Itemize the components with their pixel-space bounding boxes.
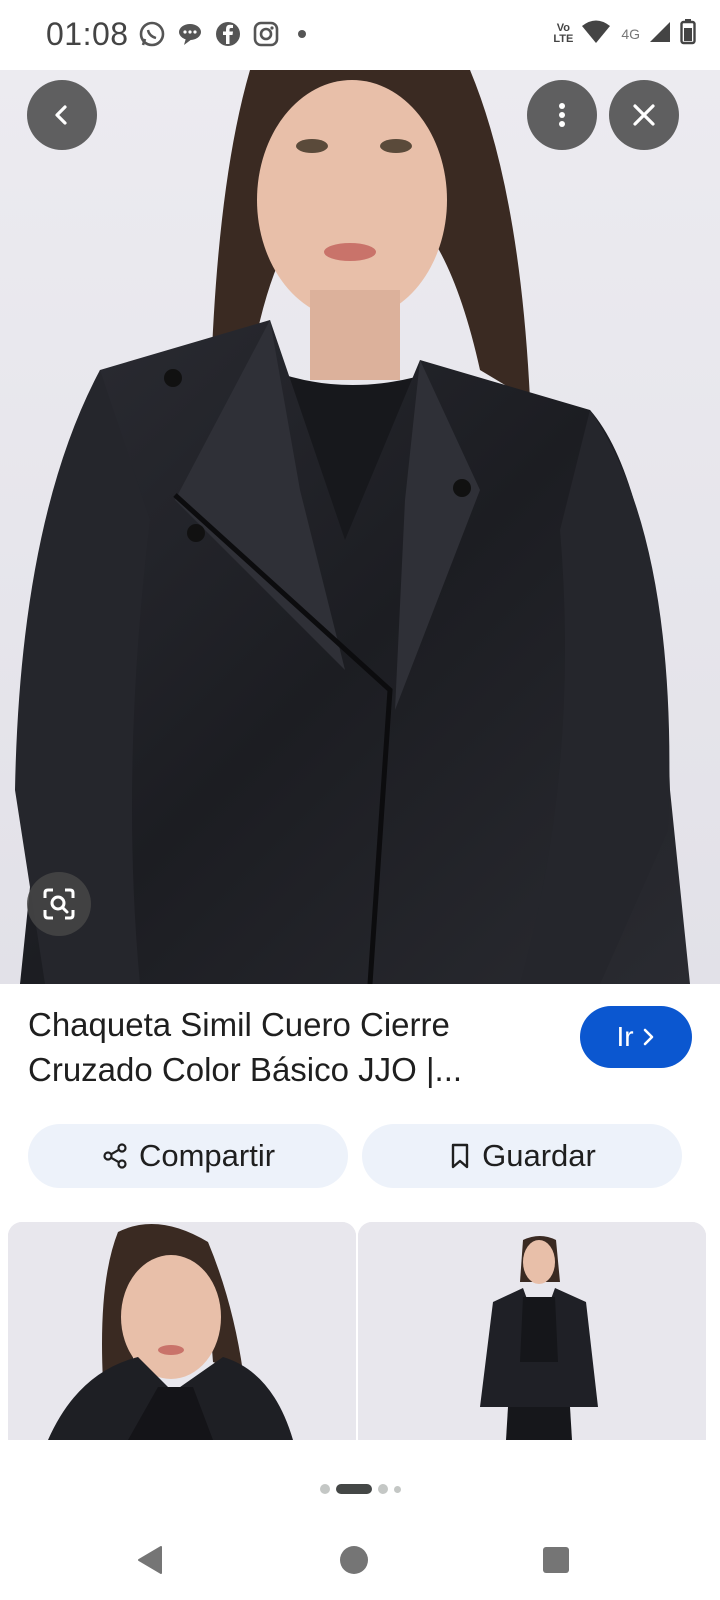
- square-recents-icon: [543, 1547, 569, 1573]
- related-image-1-illustration: [8, 1222, 356, 1440]
- nav-home-button[interactable]: [336, 1542, 372, 1578]
- whatsapp-icon: [138, 20, 166, 48]
- related-image-2[interactable]: [358, 1222, 706, 1440]
- wifi-icon: [581, 19, 611, 50]
- share-button[interactable]: Compartir: [28, 1124, 348, 1188]
- system-navigation-bar: [0, 1520, 720, 1600]
- volte-indicator: Vo LTE: [553, 22, 574, 45]
- triangle-back-icon: [138, 1546, 162, 1574]
- model-jacket-illustration: [0, 70, 720, 984]
- save-label: Guardar: [482, 1138, 596, 1173]
- more-options-button[interactable]: [527, 80, 597, 150]
- lens-search-button[interactable]: [27, 872, 91, 936]
- facebook-icon: [214, 20, 242, 48]
- go-button-label: Ir: [616, 1021, 634, 1052]
- share-label: Compartir: [138, 1138, 276, 1173]
- nav-recents-button[interactable]: [538, 1542, 574, 1578]
- instagram-icon: [252, 20, 280, 48]
- back-button[interactable]: [27, 80, 97, 150]
- chat-bubble-icon: [176, 20, 204, 48]
- share-icon: [103, 1143, 127, 1169]
- related-image-1[interactable]: [8, 1222, 356, 1440]
- more-vert-icon: [559, 103, 565, 127]
- close-button[interactable]: [609, 80, 679, 150]
- nav-back-button[interactable]: [132, 1542, 168, 1578]
- signal-icon: [648, 20, 672, 49]
- related-image-2-illustration: [358, 1222, 706, 1440]
- go-button[interactable]: Ir: [580, 1006, 692, 1068]
- lens-icon: [43, 888, 75, 920]
- page-dot: [393, 1485, 401, 1493]
- status-bar: 01:08 Vo LTE 4G: [0, 0, 720, 70]
- result-title[interactable]: Chaqueta Simil Cuero Cierre Cruzado Colo…: [28, 1002, 548, 1092]
- product-image[interactable]: [0, 70, 720, 984]
- page-dot-active: [335, 1484, 372, 1494]
- close-icon: [633, 104, 655, 126]
- chevron-left-icon: [55, 105, 67, 125]
- pagination-indicator: [0, 1484, 720, 1494]
- circle-home-icon: [340, 1546, 368, 1574]
- page-dot: [377, 1484, 388, 1494]
- battery-icon: [680, 18, 696, 50]
- network-type-label: 4G: [621, 26, 640, 42]
- bookmark-icon: [451, 1143, 469, 1169]
- status-time: 01:08: [46, 16, 129, 52]
- system-status-icons: Vo LTE 4G: [553, 18, 696, 50]
- chevron-right-icon: [643, 1028, 653, 1046]
- save-button[interactable]: Guardar: [362, 1124, 682, 1188]
- page-dot: [319, 1484, 330, 1494]
- more-notifications-dot: [298, 30, 306, 38]
